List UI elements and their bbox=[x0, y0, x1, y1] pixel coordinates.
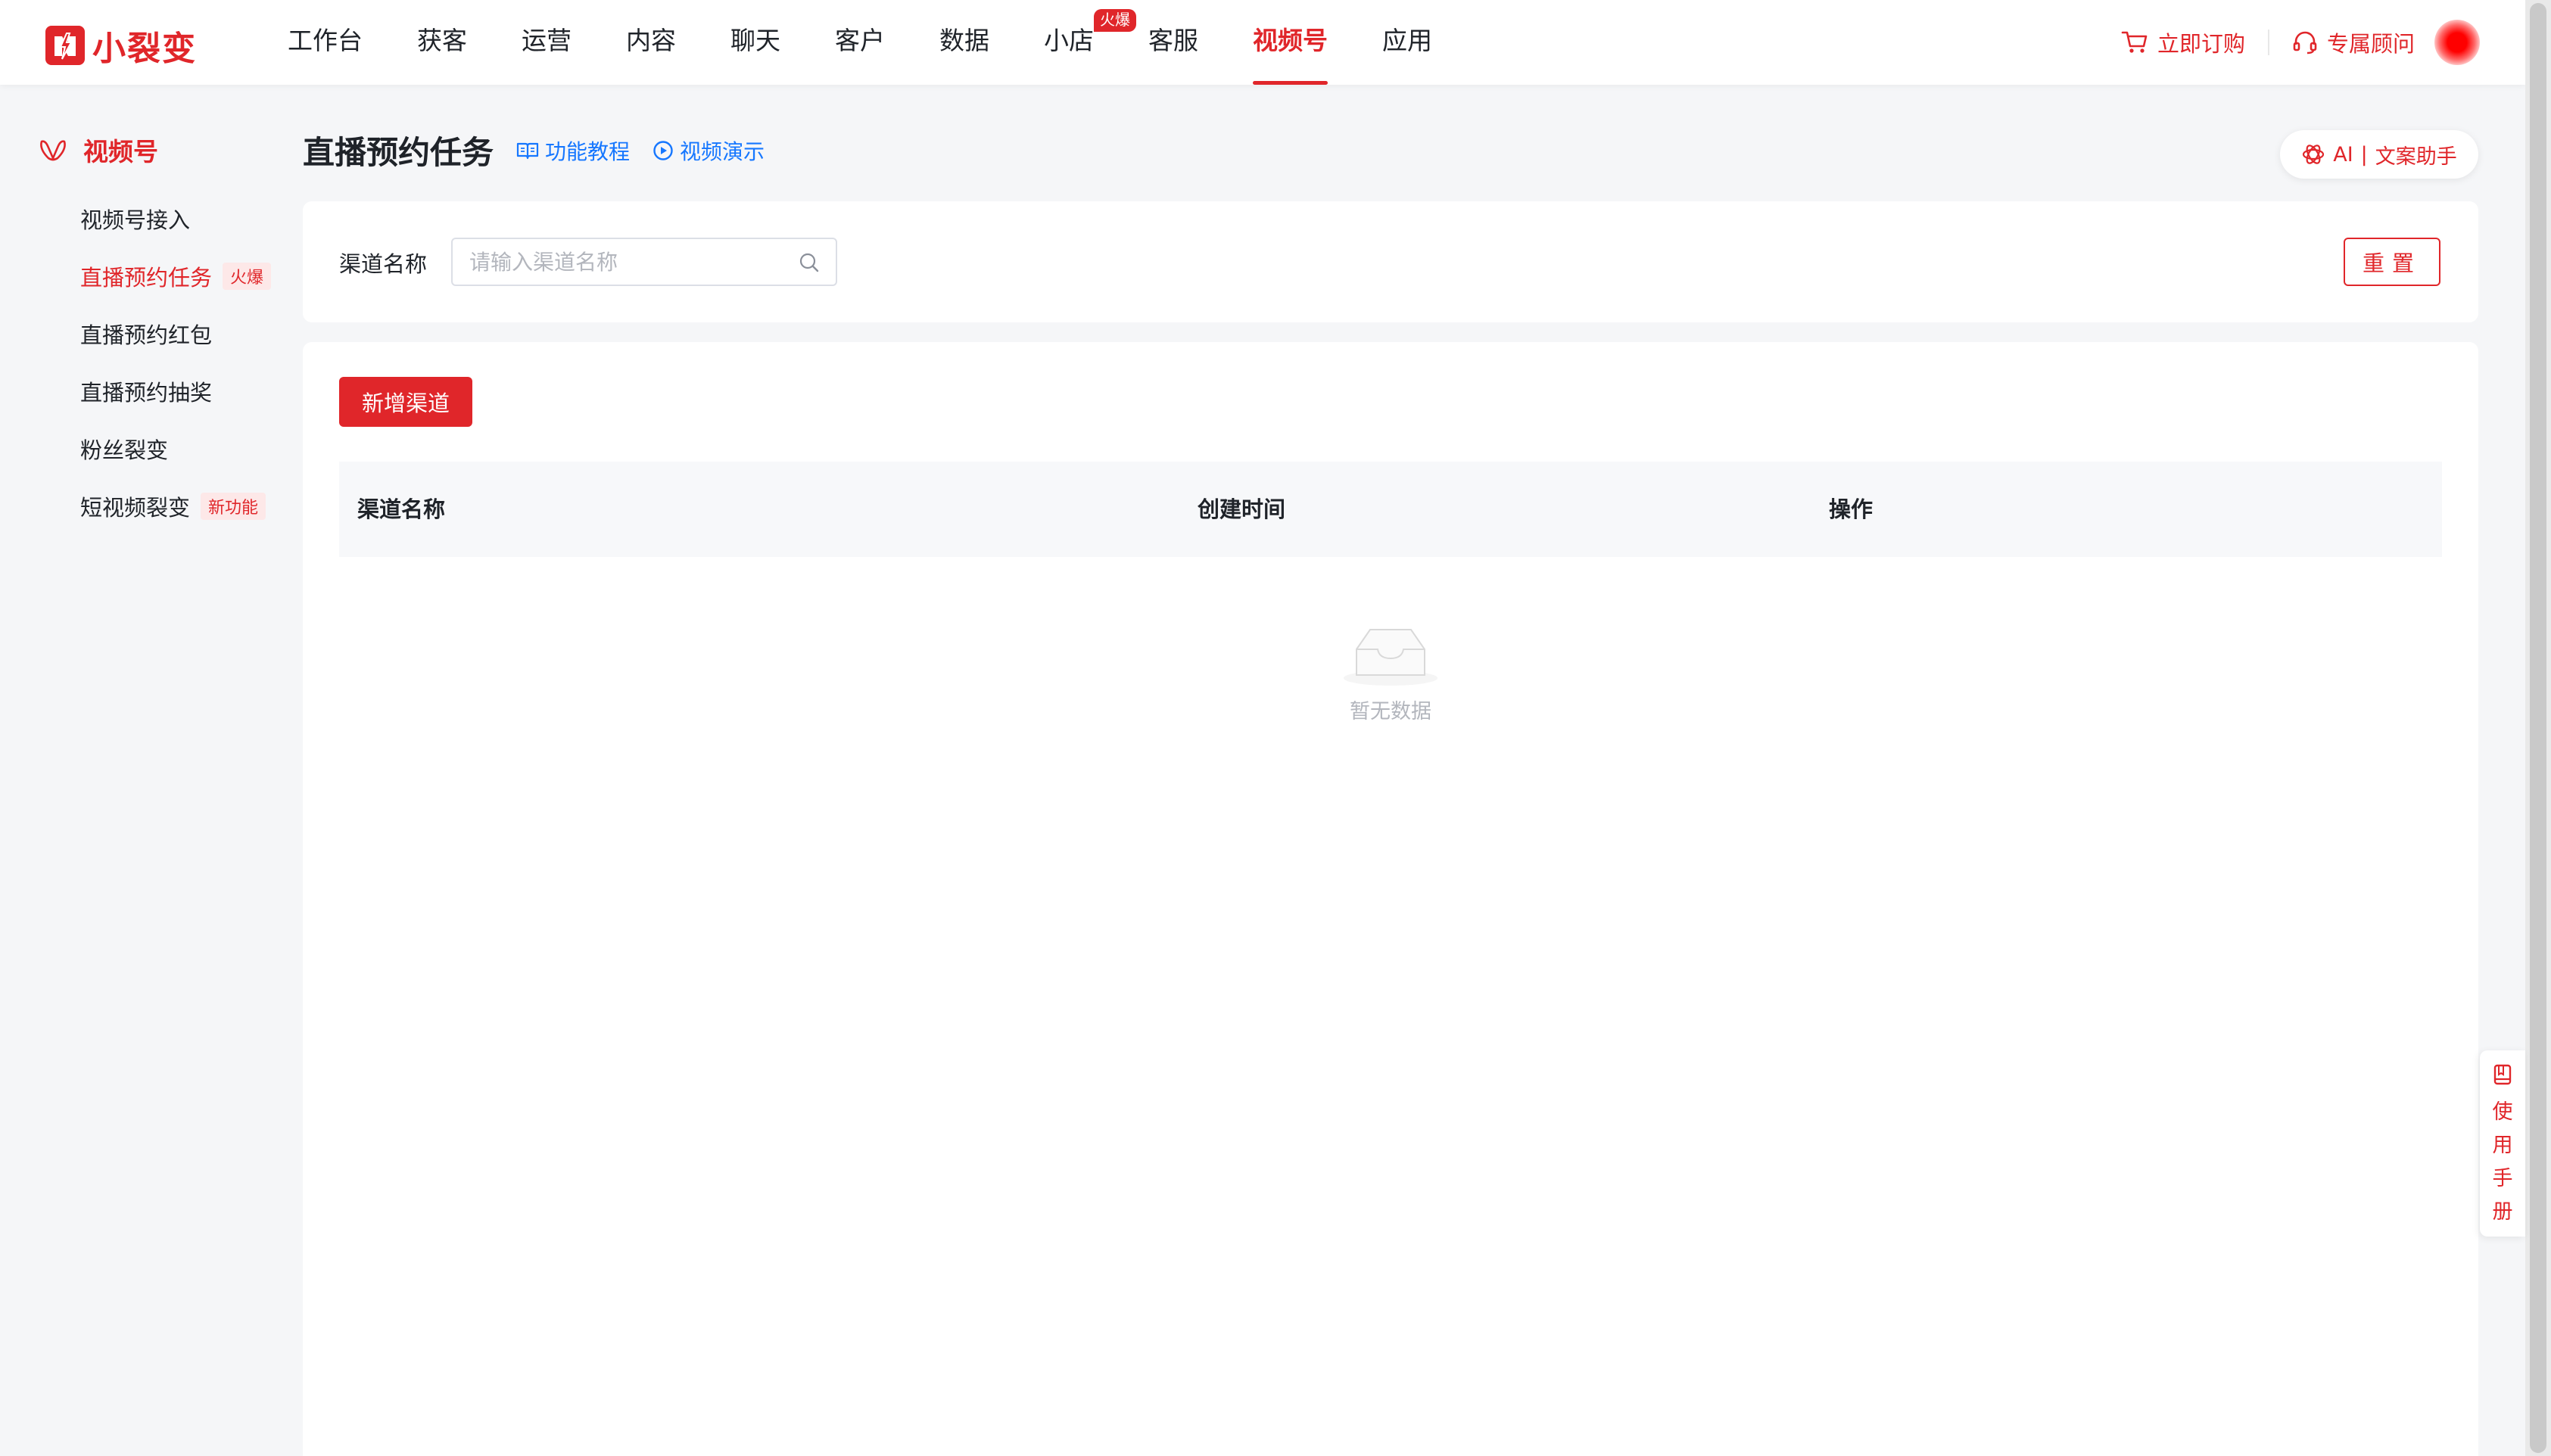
logo-icon bbox=[45, 26, 85, 65]
order-now-link[interactable]: 立即订购 bbox=[2121, 26, 2245, 58]
page-title: 直播预约任务 bbox=[303, 134, 494, 171]
sidebar-item-live-reservation-lottery[interactable]: 直播预约抽奖 bbox=[80, 375, 212, 407]
ai-icon bbox=[2303, 145, 2325, 164]
nav-item-shop[interactable]: 小店 火爆 bbox=[1044, 0, 1136, 85]
top-right-actions: 立即订购 专属顾问 bbox=[2121, 0, 2480, 85]
empty-state: 暂无数据 bbox=[303, 622, 2478, 724]
page-header: 直播预约任务 功能教程 视频演示 bbox=[303, 127, 765, 173]
column-header-channel-name: 渠道名称 bbox=[357, 496, 446, 522]
headset-icon bbox=[2293, 31, 2317, 54]
nav-item-customers[interactable]: 客户 bbox=[835, 0, 885, 85]
manual-book-icon bbox=[2493, 1064, 2512, 1085]
nav-item-service[interactable]: 客服 bbox=[1148, 0, 1198, 85]
channel-name-search[interactable] bbox=[451, 238, 837, 286]
brand-name: 小裂变 bbox=[92, 30, 197, 68]
column-header-actions: 操作 bbox=[1829, 496, 1874, 522]
table-header: 渠道名称 创建时间 操作 bbox=[339, 462, 2442, 557]
sidebar-item-short-video-fission[interactable]: 短视频裂变 新功能 bbox=[80, 490, 266, 522]
user-manual-button[interactable]: 使用手册 bbox=[2480, 1050, 2525, 1237]
column-header-created-time: 创建时间 bbox=[1198, 496, 1286, 522]
nav-item-channels[interactable]: 视频号 bbox=[1253, 0, 1328, 85]
nav-item-operations[interactable]: 运营 bbox=[522, 0, 572, 85]
nav-item-chat[interactable]: 聊天 bbox=[730, 0, 780, 85]
empty-state-text: 暂无数据 bbox=[1350, 700, 1431, 723]
nav-item-data[interactable]: 数据 bbox=[939, 0, 989, 85]
sidebar-header: 视频号 bbox=[39, 132, 158, 168]
sidebar-item-live-reservation-task[interactable]: 直播预约任务 火爆 bbox=[80, 260, 272, 292]
sidebar-item-channel-access[interactable]: 视频号接入 bbox=[80, 203, 190, 235]
user-manual-label: 使用手册 bbox=[2492, 1100, 2513, 1224]
tutorial-link[interactable]: 功能教程 bbox=[516, 135, 630, 166]
hot-tag: 火爆 bbox=[223, 263, 272, 290]
empty-inbox-icon bbox=[1344, 629, 1437, 686]
channel-name-input[interactable] bbox=[469, 239, 787, 285]
channel-name-label: 渠道名称 bbox=[339, 251, 428, 277]
nav-item-content[interactable]: 内容 bbox=[626, 0, 676, 85]
sidebar-item-fan-fission[interactable]: 粉丝裂变 bbox=[80, 433, 168, 465]
avatar[interactable] bbox=[2434, 20, 2480, 65]
filter-panel: 渠道名称 重置 bbox=[303, 201, 2478, 322]
nav-item-workbench[interactable]: 工作台 bbox=[288, 0, 363, 85]
book-icon bbox=[516, 142, 539, 159]
video-demo-link[interactable]: 视频演示 bbox=[653, 135, 765, 166]
consultant-link[interactable]: 专属顾问 bbox=[2292, 26, 2415, 58]
hot-badge: 火爆 bbox=[1094, 9, 1136, 32]
nav-item-apps[interactable]: 应用 bbox=[1382, 0, 1432, 85]
reset-button[interactable]: 重置 bbox=[2344, 238, 2440, 286]
search-icon[interactable] bbox=[798, 251, 821, 274]
brand-logo[interactable]: 小裂变 bbox=[45, 21, 197, 70]
page-scrollbar[interactable] bbox=[2525, 0, 2551, 1456]
channels-icon bbox=[40, 140, 66, 161]
divider: | bbox=[2360, 142, 2368, 166]
nav-item-acquire[interactable]: 获客 bbox=[417, 0, 467, 85]
channel-table-panel: 新增渠道 渠道名称 创建时间 操作 暂无数据 bbox=[303, 342, 2478, 1456]
sidebar-item-live-reservation-redpacket[interactable]: 直播预约红包 bbox=[80, 318, 212, 350]
add-channel-button[interactable]: 新增渠道 bbox=[339, 377, 472, 427]
cart-icon bbox=[2121, 31, 2148, 53]
divider bbox=[2267, 30, 2269, 55]
new-feature-tag: 新功能 bbox=[201, 493, 266, 520]
top-navbar: 小裂变 工作台 获客 运营 内容 聊天 客户 数据 小店 火爆 客服 视频号 应… bbox=[0, 0, 2525, 85]
play-circle-icon bbox=[653, 140, 673, 160]
main-nav: 工作台 获客 运营 内容 聊天 客户 数据 小店 火爆 客服 视频号 应用 bbox=[288, 0, 1487, 85]
sidebar: 视频号 视频号接入 直播预约任务 火爆 直播预约红包 直播预约抽奖 粉丝裂变 短… bbox=[0, 85, 303, 1456]
ai-copywriting-assistant-button[interactable]: AI | 文案助手 bbox=[2280, 130, 2478, 179]
scrollbar-thumb[interactable] bbox=[2530, 3, 2546, 1453]
